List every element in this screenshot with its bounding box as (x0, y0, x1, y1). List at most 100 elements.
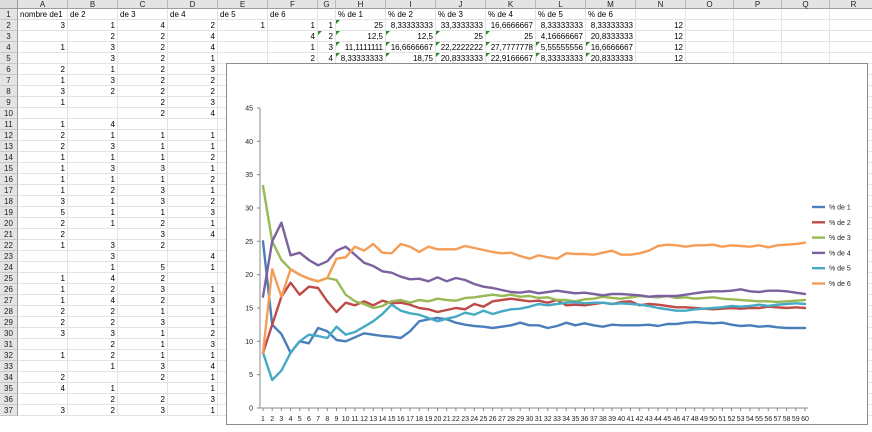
cell-a18[interactable]: 3 (18, 196, 68, 207)
row-header[interactable]: 37 (0, 405, 18, 416)
row-header[interactable]: 23 (0, 251, 18, 262)
row-header[interactable]: 33 (0, 361, 18, 372)
cell-m4[interactable]: 16,6666667 (586, 42, 636, 53)
cell-b32[interactable]: 2 (68, 350, 118, 361)
cell-c15[interactable]: 3 (118, 163, 168, 174)
cell-c26[interactable]: 3 (118, 284, 168, 295)
cell-b10[interactable] (68, 108, 118, 119)
cell-d18[interactable]: 2 (168, 196, 218, 207)
cell-a8[interactable]: 3 (18, 86, 68, 97)
cell-a13[interactable]: 2 (18, 141, 68, 152)
cell-d7[interactable]: 2 (168, 75, 218, 86)
cell-d13[interactable]: 1 (168, 141, 218, 152)
row-header[interactable]: 21 (0, 229, 18, 240)
cell-d2[interactable]: 2 (168, 20, 218, 31)
cell-b34[interactable] (68, 372, 118, 383)
cell-d21[interactable]: 4 (168, 229, 218, 240)
cell-d23[interactable]: 4 (168, 251, 218, 262)
cell-a32[interactable]: 1 (18, 350, 68, 361)
cell-k1[interactable]: % de 4 (486, 9, 536, 20)
line-chart[interactable]: 0 5 10 15 20 25 30 35 40 45 1 2 3 4 5 6 7 8 9 10 11 12 13 14 15 1… (226, 63, 868, 425)
cell-c19[interactable]: 1 (118, 207, 168, 218)
column-header-g[interactable]: G (318, 0, 336, 9)
cell-n2[interactable]: 12 (636, 20, 686, 31)
cell-c13[interactable]: 1 (118, 141, 168, 152)
column-header-a[interactable]: A (18, 0, 68, 9)
cell-c17[interactable]: 3 (118, 185, 168, 196)
select-all-corner[interactable] (0, 0, 18, 9)
cell-a35[interactable]: 4 (18, 383, 68, 394)
cell-b20[interactable]: 1 (68, 218, 118, 229)
row-header[interactable]: 28 (0, 306, 18, 317)
row-header[interactable]: 3 (0, 31, 18, 42)
cell-a1[interactable]: nombre de1 (18, 9, 68, 20)
cell-b18[interactable]: 1 (68, 196, 118, 207)
cell-r2[interactable] (830, 20, 872, 31)
cell-l4[interactable]: 5,55555556 (536, 42, 586, 53)
cell-a34[interactable]: 2 (18, 372, 68, 383)
cell-d24[interactable]: 1 (168, 262, 218, 273)
cell-f3[interactable]: 4 (268, 31, 318, 42)
cell-a28[interactable]: 2 (18, 306, 68, 317)
cell-d1[interactable]: de 4 (168, 9, 218, 20)
cell-d14[interactable]: 2 (168, 152, 218, 163)
cell-g1[interactable] (318, 9, 336, 20)
cell-a36[interactable] (18, 394, 68, 405)
cell-c27[interactable]: 2 (118, 295, 168, 306)
row-header[interactable]: 22 (0, 240, 18, 251)
cell-b31[interactable]: 2 (68, 339, 118, 350)
row-header[interactable]: 18 (0, 196, 18, 207)
row-header[interactable]: 13 (0, 141, 18, 152)
cell-k4[interactable]: 27,7777778 (486, 42, 536, 53)
cell-r1[interactable] (830, 9, 872, 20)
cell-c12[interactable]: 1 (118, 130, 168, 141)
column-header-h[interactable]: H (336, 0, 386, 9)
row-header[interactable]: 31 (0, 339, 18, 350)
column-header-k[interactable]: K (486, 0, 536, 9)
cell-b37[interactable]: 2 (68, 405, 118, 416)
cell-a17[interactable]: 1 (18, 185, 68, 196)
cell-b21[interactable] (68, 229, 118, 240)
cell-b4[interactable]: 3 (68, 42, 118, 53)
cell-c34[interactable]: 2 (118, 372, 168, 383)
cell-g3[interactable]: 2 (318, 31, 336, 42)
cell-b29[interactable]: 2 (68, 317, 118, 328)
cell-g2[interactable]: 1 (318, 20, 336, 31)
cell-d4[interactable]: 4 (168, 42, 218, 53)
column-header-i[interactable]: I (386, 0, 436, 9)
column-header-f[interactable]: F (268, 0, 318, 9)
cell-e2[interactable]: 1 (218, 20, 268, 31)
cell-c8[interactable]: 2 (118, 86, 168, 97)
row-header[interactable]: 11 (0, 119, 18, 130)
cell-c25[interactable]: 2 (118, 273, 168, 284)
cell-c3[interactable]: 2 (118, 31, 168, 42)
cell-k2[interactable]: 16,6666667 (486, 20, 536, 31)
cell-d6[interactable]: 3 (168, 64, 218, 75)
cell-j4[interactable]: 22,2222222 (436, 42, 486, 53)
cell-n1[interactable] (636, 9, 686, 20)
cell-b23[interactable]: 3 (68, 251, 118, 262)
cell-b22[interactable]: 3 (68, 240, 118, 251)
cell-d25[interactable] (168, 273, 218, 284)
cell-d32[interactable]: 1 (168, 350, 218, 361)
cell-d30[interactable]: 2 (168, 328, 218, 339)
row-header[interactable]: 1 (0, 9, 18, 20)
row-header[interactable]: 12 (0, 130, 18, 141)
cell-c2[interactable]: 4 (118, 20, 168, 31)
cell-b33[interactable]: 1 (68, 361, 118, 372)
column-header-l[interactable]: L (536, 0, 586, 9)
row-header[interactable]: 10 (0, 108, 18, 119)
cell-h4[interactable]: 11,1111111 (336, 42, 386, 53)
cell-a11[interactable]: 1 (18, 119, 68, 130)
column-header-m[interactable]: M (586, 0, 636, 9)
row-header[interactable]: 9 (0, 97, 18, 108)
cell-q3[interactable] (782, 31, 830, 42)
cell-j3[interactable]: 25 (436, 31, 486, 42)
cell-d29[interactable]: 1 (168, 317, 218, 328)
cell-p2[interactable] (734, 20, 782, 31)
cell-o3[interactable] (686, 31, 734, 42)
cell-k3[interactable]: 25 (486, 31, 536, 42)
cell-m3[interactable]: 20,8333333 (586, 31, 636, 42)
cell-n3[interactable]: 12 (636, 31, 686, 42)
cell-b13[interactable]: 3 (68, 141, 118, 152)
